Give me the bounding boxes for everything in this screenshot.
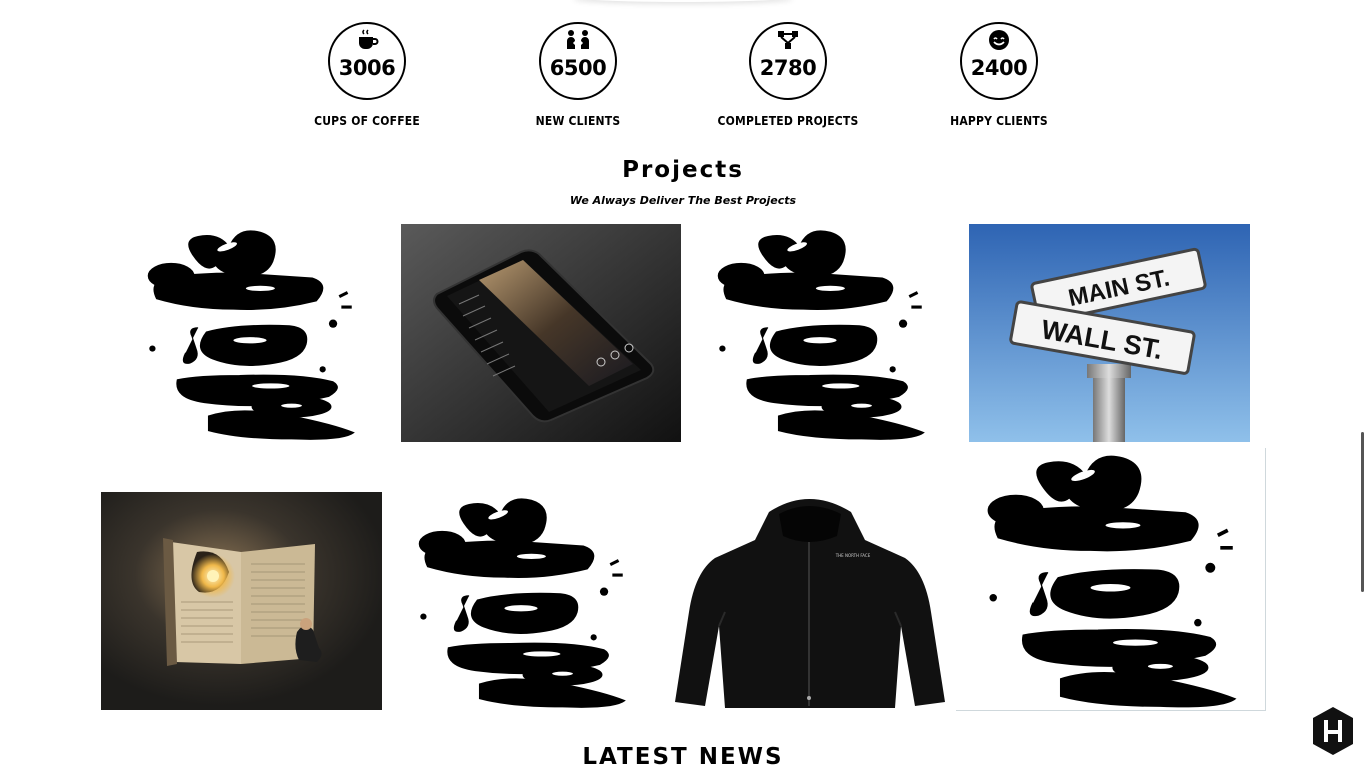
love-lettering-image [417, 497, 627, 709]
project-tile-love-art-4[interactable] [956, 448, 1266, 711]
people-exchange-icon [567, 30, 589, 49]
stat-label: NEW CLIENTS [535, 114, 621, 128]
love-lettering-image [716, 229, 926, 441]
stat-circle: 3006 [328, 22, 406, 100]
street-sign-image: MAIN ST. WALL ST. [969, 224, 1250, 442]
stat-label: CUPS OF COFFEE [314, 114, 420, 128]
stat-circle: 2400 [960, 22, 1038, 100]
project-tile-love-art-2[interactable] [702, 224, 938, 442]
stat-number: 2400 [970, 56, 1028, 80]
projects-subtitle: We Always Deliver The Best Projects [569, 194, 797, 207]
stat-completed-projects: 2780 COMPLETED PROJECTS [668, 22, 908, 128]
black-jacket-image: THE NORTH FACE [669, 492, 950, 710]
jacket-brand-text: THE NORTH FACE [835, 553, 871, 558]
stat-label: HAPPY CLIENTS [950, 114, 1048, 128]
stat-number: 6500 [549, 56, 607, 80]
projects-title: Projects [622, 157, 744, 183]
book-light-image [101, 492, 382, 710]
stat-cups-of-coffee: 3006 CUPS OF COFFEE [247, 22, 487, 128]
stat-label: COMPLETED PROJECTS [717, 114, 859, 128]
project-tile-love-art-1[interactable] [132, 224, 368, 442]
stat-new-clients: 6500 NEW CLIENTS [458, 22, 698, 128]
love-lettering-image [146, 229, 356, 441]
stat-number: 3006 [338, 56, 396, 80]
stat-number: 2780 [759, 56, 817, 80]
love-lettering-image [986, 454, 1238, 709]
coffee-cup-icon [359, 29, 379, 49]
phone-mockup-image [401, 224, 681, 442]
stat-happy-clients: 2400 HAPPY CLIENTS [879, 22, 1119, 128]
latest-news-title: LATEST NEWS [582, 744, 784, 770]
stat-circle: 6500 [539, 22, 617, 100]
project-tile-book-light[interactable] [101, 492, 382, 710]
project-tile-jacket[interactable]: THE NORTH FACE [669, 492, 950, 710]
smiley-face-icon [989, 30, 1009, 50]
page-scrollbar[interactable] [1361, 432, 1364, 592]
hexagon-h-icon[interactable] [1311, 706, 1355, 756]
project-tile-phone-mockup[interactable] [401, 224, 681, 442]
header-shadow [573, 0, 793, 2]
project-tile-love-art-3[interactable] [404, 492, 638, 710]
project-tile-street-sign[interactable]: MAIN ST. WALL ST. [969, 224, 1250, 442]
stat-circle: 2780 [749, 22, 827, 100]
project-tree-icon [778, 31, 798, 49]
